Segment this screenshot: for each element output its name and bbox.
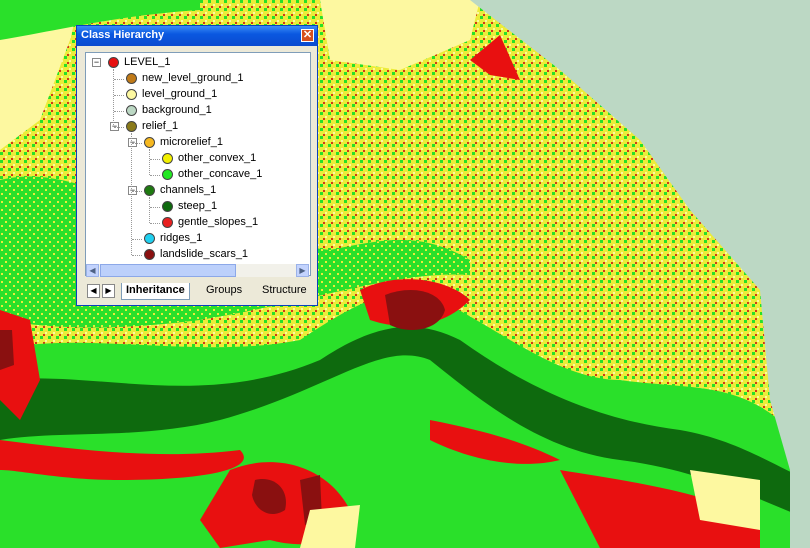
class-color-icon (144, 137, 155, 148)
tree-node-label: steep_1 (178, 200, 218, 212)
class-tree[interactable]: LEVEL_1 − new_level_ground_1 level_ground_1… (85, 52, 311, 276)
tab-bar: ◀ ▶ Inheritance Groups Structure (77, 280, 317, 304)
class-color-icon (162, 201, 173, 212)
tree-connector (131, 133, 132, 255)
landslide-scar-4 (0, 330, 14, 370)
tree-node-label: relief_1 (142, 120, 179, 132)
class-color-icon (126, 121, 137, 132)
tree-node-label: background_1 (142, 104, 212, 116)
class-color-icon (144, 185, 155, 196)
tree-connector (114, 127, 124, 128)
tab-prev-icon[interactable]: ◀ (87, 284, 100, 298)
class-color-icon (126, 105, 137, 116)
tree-node-label: gentle_slopes_1 (178, 216, 259, 228)
tree-connector (150, 207, 160, 208)
tree-connector (114, 111, 124, 112)
tree-connector (132, 191, 142, 192)
tree-node-label: landslide_scars_1 (160, 248, 249, 260)
tree-node-label: ridges_1 (160, 232, 203, 244)
scroll-thumb[interactable] (100, 264, 236, 277)
class-color-icon (162, 153, 173, 164)
tree-node-label: LEVEL_1 (124, 56, 171, 68)
tree-connector (114, 79, 124, 80)
tree-connector (113, 69, 114, 127)
title-bar[interactable]: Class Hierarchy ✕ (77, 26, 317, 46)
tree-connector (150, 159, 160, 160)
tree-connector (149, 149, 150, 175)
tree-node-label: level_ground_1 (142, 88, 218, 100)
tree-connector (132, 255, 142, 256)
tree-connector (150, 223, 160, 224)
tree-node-label: microrelief_1 (160, 136, 223, 148)
class-color-icon (108, 57, 119, 68)
class-color-icon (126, 73, 137, 84)
class-color-icon (126, 89, 137, 100)
scroll-right-icon[interactable]: ▶ (296, 264, 309, 277)
class-color-icon (144, 233, 155, 244)
tab-groups[interactable]: Groups (202, 283, 246, 299)
tree-connector (114, 95, 124, 96)
scroll-left-icon[interactable]: ◀ (86, 264, 99, 277)
tree-node-label: other_concave_1 (178, 168, 263, 180)
class-color-icon (162, 169, 173, 180)
tree-connector (150, 175, 160, 176)
tree-node-label: other_convex_1 (178, 152, 257, 164)
window-title: Class Hierarchy (81, 29, 165, 41)
class-hierarchy-window[interactable]: Class Hierarchy ✕ LEVEL_1 − new_level_grou… (76, 25, 318, 306)
tab-structure[interactable]: Structure (258, 283, 311, 299)
tree-connector (149, 197, 150, 223)
horizontal-scrollbar[interactable]: ◀ ▶ (86, 264, 309, 277)
tab-inheritance[interactable]: Inheritance (121, 283, 190, 300)
class-color-icon (144, 249, 155, 260)
tree-node-label: new_level_ground_1 (142, 72, 244, 84)
close-icon[interactable]: ✕ (301, 29, 314, 42)
tree-connector (132, 239, 142, 240)
class-color-icon (162, 217, 173, 228)
tree-node-label: channels_1 (160, 184, 217, 196)
tree-connector (132, 143, 142, 144)
collapse-icon[interactable]: − (92, 58, 101, 67)
tab-next-icon[interactable]: ▶ (102, 284, 115, 298)
